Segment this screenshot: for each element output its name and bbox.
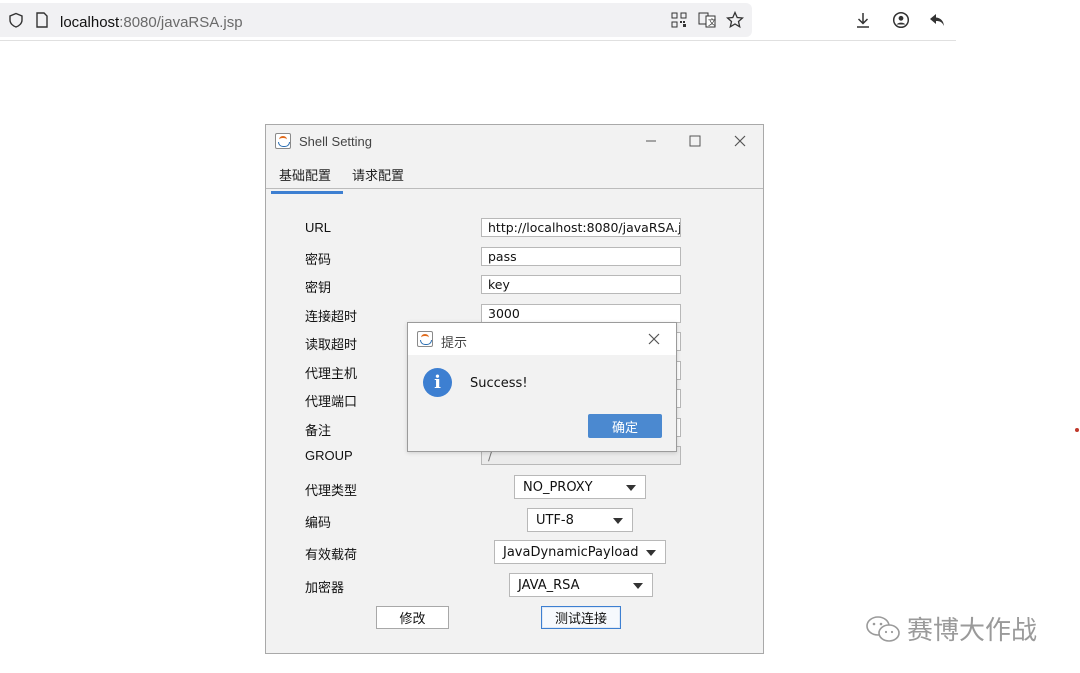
url-text[interactable]: localhost:8080/javaRSA.jsp xyxy=(60,14,243,31)
page-icon[interactable] xyxy=(32,10,52,30)
message-dialog: 提示 i Success! 确定 xyxy=(407,322,677,452)
encoding-label: 编码 xyxy=(305,515,332,530)
close-icon[interactable] xyxy=(644,329,664,349)
modify-button[interactable]: 修改 xyxy=(376,606,449,629)
dialog-title: 提示 xyxy=(441,335,468,350)
cryption-value: JAVA_RSA xyxy=(518,578,580,593)
star-icon[interactable] xyxy=(725,10,745,30)
remark-label: 备注 xyxy=(305,423,332,438)
wechat-icon xyxy=(866,615,900,642)
window-titlebar[interactable]: Shell Setting xyxy=(266,125,763,157)
dropdown-arrow-icon xyxy=(613,518,623,524)
proxy-type-label: 代理类型 xyxy=(305,483,358,498)
password-label: 密码 xyxy=(305,252,332,267)
proxy-type-select[interactable]: NO_PROXY xyxy=(514,475,646,499)
tab-basic-config[interactable]: 基础配置 xyxy=(270,165,344,194)
dialog-titlebar[interactable]: 提示 xyxy=(408,323,676,355)
dropdown-arrow-icon xyxy=(633,583,643,589)
red-dot xyxy=(1075,428,1079,432)
proxy-port-label: 代理端口 xyxy=(305,394,358,409)
window-title: Shell Setting xyxy=(299,134,372,149)
browser-toolbar: localhost:8080/javaRSA.jsp 文 xyxy=(0,0,956,41)
java-icon xyxy=(417,331,433,347)
watermark: 赛博大作战 xyxy=(863,610,1037,647)
group-label: GROUP xyxy=(305,448,353,463)
translate-icon[interactable]: 文 xyxy=(697,10,717,30)
payload-select[interactable]: JavaDynamicPayload xyxy=(494,540,666,564)
dropdown-arrow-icon xyxy=(646,550,656,556)
ok-button[interactable]: 确定 xyxy=(588,414,662,438)
encoding-select[interactable]: UTF-8 xyxy=(527,508,633,532)
address-bar[interactable]: localhost:8080/javaRSA.jsp 文 xyxy=(0,3,752,37)
back-icon[interactable] xyxy=(927,10,947,30)
dropdown-arrow-icon xyxy=(626,485,636,491)
java-icon xyxy=(275,133,291,149)
qr-icon[interactable] xyxy=(669,10,689,30)
key-field[interactable]: key xyxy=(481,275,681,294)
read-timeout-label: 读取超时 xyxy=(305,337,358,352)
svg-text:文: 文 xyxy=(708,17,716,27)
info-icon: i xyxy=(423,368,452,397)
url-label: URL xyxy=(305,220,332,235)
url-field[interactable]: http://localhost:8080/javaRSA.jsp xyxy=(481,218,681,237)
password-field[interactable]: pass xyxy=(481,247,681,266)
url-path: :8080/javaRSA.jsp xyxy=(119,14,243,31)
tab-bar: 基础配置 请求配置 xyxy=(266,157,763,194)
account-icon[interactable] xyxy=(891,10,911,30)
test-connection-button[interactable]: 测试连接 xyxy=(541,606,621,629)
proxy-type-value: NO_PROXY xyxy=(523,480,593,495)
proxy-host-label: 代理主机 xyxy=(305,366,358,381)
encoding-value: UTF-8 xyxy=(536,513,574,528)
payload-label: 有效载荷 xyxy=(305,547,358,562)
dialog-message: Success! xyxy=(470,376,528,391)
connect-timeout-field[interactable]: 3000 xyxy=(481,304,681,323)
close-icon[interactable] xyxy=(730,131,750,151)
shield-icon[interactable] xyxy=(6,10,26,30)
payload-value: JavaDynamicPayload xyxy=(503,545,639,560)
connect-timeout-label: 连接超时 xyxy=(305,309,358,324)
maximize-icon[interactable] xyxy=(685,131,705,151)
url-host: localhost xyxy=(60,14,120,31)
minimize-icon[interactable] xyxy=(641,131,661,151)
watermark-text: 赛博大作战 xyxy=(907,616,1038,646)
cryption-select[interactable]: JAVA_RSA xyxy=(509,573,653,597)
tab-request-config[interactable]: 请求配置 xyxy=(352,165,404,184)
download-icon[interactable] xyxy=(853,10,873,30)
key-label: 密钥 xyxy=(305,280,332,295)
cryption-label: 加密器 xyxy=(305,580,345,595)
